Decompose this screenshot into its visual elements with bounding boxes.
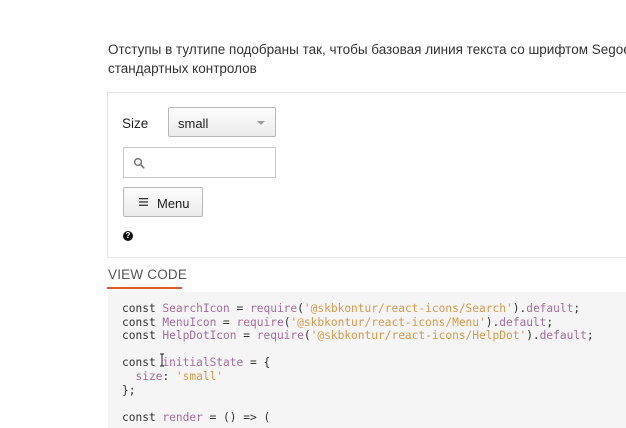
code-token: (	[297, 302, 304, 315]
text-cursor-icon	[160, 353, 164, 367]
code-token: const	[122, 329, 163, 343]
code-token: const	[122, 315, 163, 329]
description-line-2: стандартных контролов	[108, 61, 257, 76]
code-token: ).	[485, 315, 500, 329]
help-dot-icon[interactable]: ?	[123, 231, 133, 241]
code-token: =	[229, 302, 250, 315]
code-token: SearchIcon	[162, 302, 230, 315]
code-token: = {	[243, 356, 271, 370]
code-token: const	[122, 410, 163, 424]
size-select[interactable]: small	[168, 107, 276, 137]
help-dot-glyph: ?	[125, 231, 131, 240]
code-line: };	[122, 384, 594, 398]
code-token: default	[539, 329, 587, 343]
search-input[interactable]	[150, 148, 270, 177]
code-token: default	[499, 315, 547, 329]
code-token: require	[256, 329, 304, 343]
code-line: const HelpDotIcon = require('@skbkontur/…	[122, 329, 594, 343]
code-line: const render = () => (	[122, 411, 594, 425]
code-line: const SearchIcon = require('@skbkontur/r…	[122, 302, 594, 316]
code-token: const	[122, 302, 163, 315]
view-code-tab-underline	[107, 287, 182, 289]
size-label: Size	[122, 116, 149, 131]
code-token: ;	[586, 329, 594, 343]
hamburger-menu-icon	[139, 198, 148, 206]
page: Отступы в тултипе подобраны так, чтобы б…	[0, 0, 626, 428]
menu-button-label: Menu	[157, 196, 190, 211]
code-token: '@skbkontur/react-icons/HelpDot'	[310, 329, 527, 343]
code-token: =	[216, 315, 237, 329]
code-token: render	[162, 410, 203, 424]
code-token: require	[236, 315, 284, 329]
code-token: '@skbkontur/react-icons/Search'	[303, 302, 513, 315]
code-token: };	[122, 383, 136, 397]
chevron-down-icon	[257, 121, 265, 125]
code-token: ).	[526, 329, 540, 343]
menu-button[interactable]: Menu	[123, 187, 203, 217]
description-line-1: Отступы в тултипе подобраны так, чтобы б…	[108, 42, 626, 57]
code-token: 'small'	[175, 369, 224, 383]
description: Отступы в тултипе подобраны так, чтобы б…	[108, 40, 626, 78]
code-token: = () => (	[202, 410, 271, 424]
code-token: =	[236, 329, 257, 343]
search-field[interactable]	[123, 147, 276, 178]
code-token: require	[250, 302, 298, 315]
code-line: const initialState = {	[122, 356, 594, 370]
code-token: ;	[573, 302, 581, 315]
code-token: ).	[512, 302, 527, 315]
code-text: const SearchIcon = require('@skbkontur/r…	[122, 302, 594, 424]
code-token: default	[526, 302, 574, 315]
code-token: (	[303, 329, 311, 343]
code-token: '@skbkontur/react-icons/Menu'	[290, 315, 486, 329]
code-line: const MenuIcon = require('@skbkontur/rea…	[122, 316, 594, 330]
code-token: initialState	[162, 356, 244, 370]
code-line: size: 'small'	[122, 370, 594, 384]
code-block: const SearchIcon = require('@skbkontur/r…	[108, 292, 626, 428]
code-token: :	[162, 369, 176, 383]
code-token: MenuIcon	[162, 315, 217, 329]
code-token: const	[122, 356, 163, 370]
code-token: ;	[546, 315, 554, 329]
code-token: HelpDotIcon	[162, 329, 237, 343]
size-select-value: small	[178, 116, 209, 131]
search-icon	[133, 157, 145, 169]
view-code-tab[interactable]: VIEW CODE	[108, 267, 187, 282]
code-token: size	[135, 369, 163, 383]
